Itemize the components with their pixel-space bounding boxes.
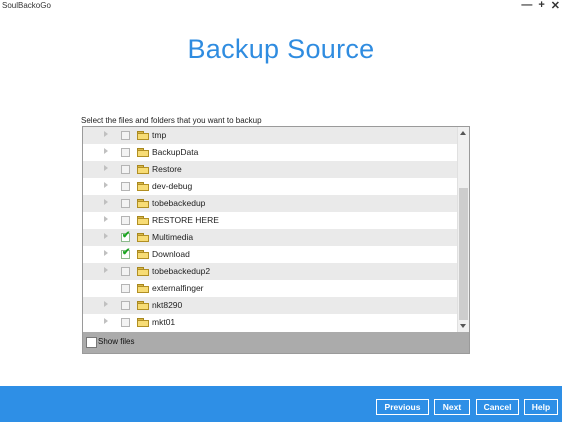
- previous-button[interactable]: Previous: [376, 399, 429, 415]
- bottom-action-bar: Previous Next Cancel Help: [0, 386, 562, 422]
- folder-checkbox[interactable]: ✔: [121, 148, 130, 157]
- minimize-button[interactable]: —: [521, 0, 532, 12]
- folder-name: Download: [152, 249, 190, 259]
- folder-name: nkt8290: [152, 300, 183, 310]
- show-files-checkbox[interactable]: [86, 337, 97, 348]
- tree-row[interactable]: ✔ tmp: [83, 127, 457, 144]
- expand-arrow-icon[interactable]: [104, 131, 108, 137]
- page-title: Backup Source: [187, 34, 375, 64]
- scroll-up-arrow-icon[interactable]: [460, 131, 466, 135]
- tree-row[interactable]: ✔ externalfinger: [83, 280, 457, 297]
- folder-name: tmp: [152, 130, 167, 140]
- folder-checkbox[interactable]: ✔: [121, 247, 131, 259]
- expand-arrow-icon[interactable]: [104, 318, 108, 324]
- folder-checkbox[interactable]: ✔: [121, 131, 130, 140]
- folder-name: BackupData: [152, 147, 199, 157]
- help-button[interactable]: Help: [524, 399, 558, 415]
- maximize-button[interactable]: +: [538, 0, 544, 12]
- cancel-button[interactable]: Cancel: [476, 399, 519, 415]
- scroll-down-arrow-icon[interactable]: [460, 324, 466, 328]
- tree-row[interactable]: ✔ Multimedia: [83, 229, 457, 246]
- expand-arrow-icon[interactable]: [104, 148, 108, 154]
- checkmark-icon: ✔: [122, 230, 131, 241]
- folder-icon: [137, 301, 149, 310]
- file-tree-panel: ✔ tmp ✔ BackupData ✔ Restore ✔ dev-debug ✔ tobeba…: [82, 126, 470, 354]
- folder-icon: [137, 267, 149, 276]
- folder-checkbox[interactable]: ✔: [121, 182, 130, 191]
- window-controls: — + ✕: [521, 0, 560, 12]
- folder-name: mkt01: [152, 317, 176, 327]
- expand-arrow-icon[interactable]: [104, 233, 108, 239]
- title-bar: SoulBackoGo — + ✕: [0, 0, 562, 13]
- folder-checkbox[interactable]: ✔: [121, 199, 130, 208]
- show-files-label: Show files: [98, 337, 135, 346]
- tree-row[interactable]: ✔ dev-debug: [83, 178, 457, 195]
- expand-arrow-icon[interactable]: [104, 267, 108, 273]
- folder-name: tobebackedup: [152, 198, 206, 208]
- folder-name: dev-debug: [152, 181, 193, 191]
- folder-checkbox[interactable]: ✔: [121, 318, 130, 327]
- folder-checkbox[interactable]: ✔: [121, 165, 130, 174]
- vertical-scrollbar[interactable]: [457, 127, 469, 332]
- checkmark-icon: ✔: [122, 247, 131, 258]
- tree-row[interactable]: ✔ tobebackedup2: [83, 263, 457, 280]
- folder-name: tobebackedup2: [152, 266, 211, 276]
- folder-icon: [137, 318, 149, 327]
- instruction-text: Select the files and folders that you wa…: [81, 116, 262, 125]
- tree-row[interactable]: ✔ tobebackedup: [83, 195, 457, 212]
- folder-icon: [137, 148, 149, 157]
- expand-arrow-icon[interactable]: [104, 182, 108, 188]
- folder-name: externalfinger: [152, 283, 204, 293]
- folder-checkbox[interactable]: ✔: [121, 284, 130, 293]
- folder-icon: [137, 216, 149, 225]
- folder-checkbox[interactable]: ✔: [121, 230, 131, 242]
- tree-row[interactable]: ✔ BackupData: [83, 144, 457, 161]
- folder-icon: [137, 165, 149, 174]
- folder-icon: [137, 182, 149, 191]
- folder-icon: [137, 233, 149, 242]
- next-button[interactable]: Next: [434, 399, 470, 415]
- folder-name: Multimedia: [152, 232, 194, 242]
- tree-row[interactable]: ✔ mkt01: [83, 314, 457, 331]
- folder-icon: [137, 250, 149, 259]
- folder-checkbox[interactable]: ✔: [121, 301, 130, 310]
- close-button[interactable]: ✕: [551, 0, 560, 12]
- file-tree: ✔ tmp ✔ BackupData ✔ Restore ✔ dev-debug ✔ tobeba…: [83, 127, 457, 332]
- folder-icon: [137, 131, 149, 140]
- expand-arrow-icon[interactable]: [104, 250, 108, 256]
- app-title: SoulBackoGo: [2, 1, 51, 10]
- folder-name: RESTORE HERE: [152, 215, 219, 225]
- scroll-thumb[interactable]: [459, 188, 468, 320]
- expand-arrow-icon[interactable]: [104, 301, 108, 307]
- tree-row[interactable]: ✔ RESTORE HERE: [83, 212, 457, 229]
- tree-row[interactable]: ✔ nkt8290: [83, 297, 457, 314]
- folder-checkbox[interactable]: ✔: [121, 267, 130, 276]
- folder-name: Restore: [152, 164, 182, 174]
- expand-arrow-icon[interactable]: [104, 216, 108, 222]
- tree-row[interactable]: ✔ Download: [83, 246, 457, 263]
- tree-footer: Show files: [83, 332, 469, 353]
- tree-row[interactable]: ✔ Restore: [83, 161, 457, 178]
- folder-icon: [137, 199, 149, 208]
- expand-arrow-icon[interactable]: [104, 165, 108, 171]
- folder-checkbox[interactable]: ✔: [121, 216, 130, 225]
- expand-arrow-icon[interactable]: [104, 199, 108, 205]
- folder-icon: [137, 284, 149, 293]
